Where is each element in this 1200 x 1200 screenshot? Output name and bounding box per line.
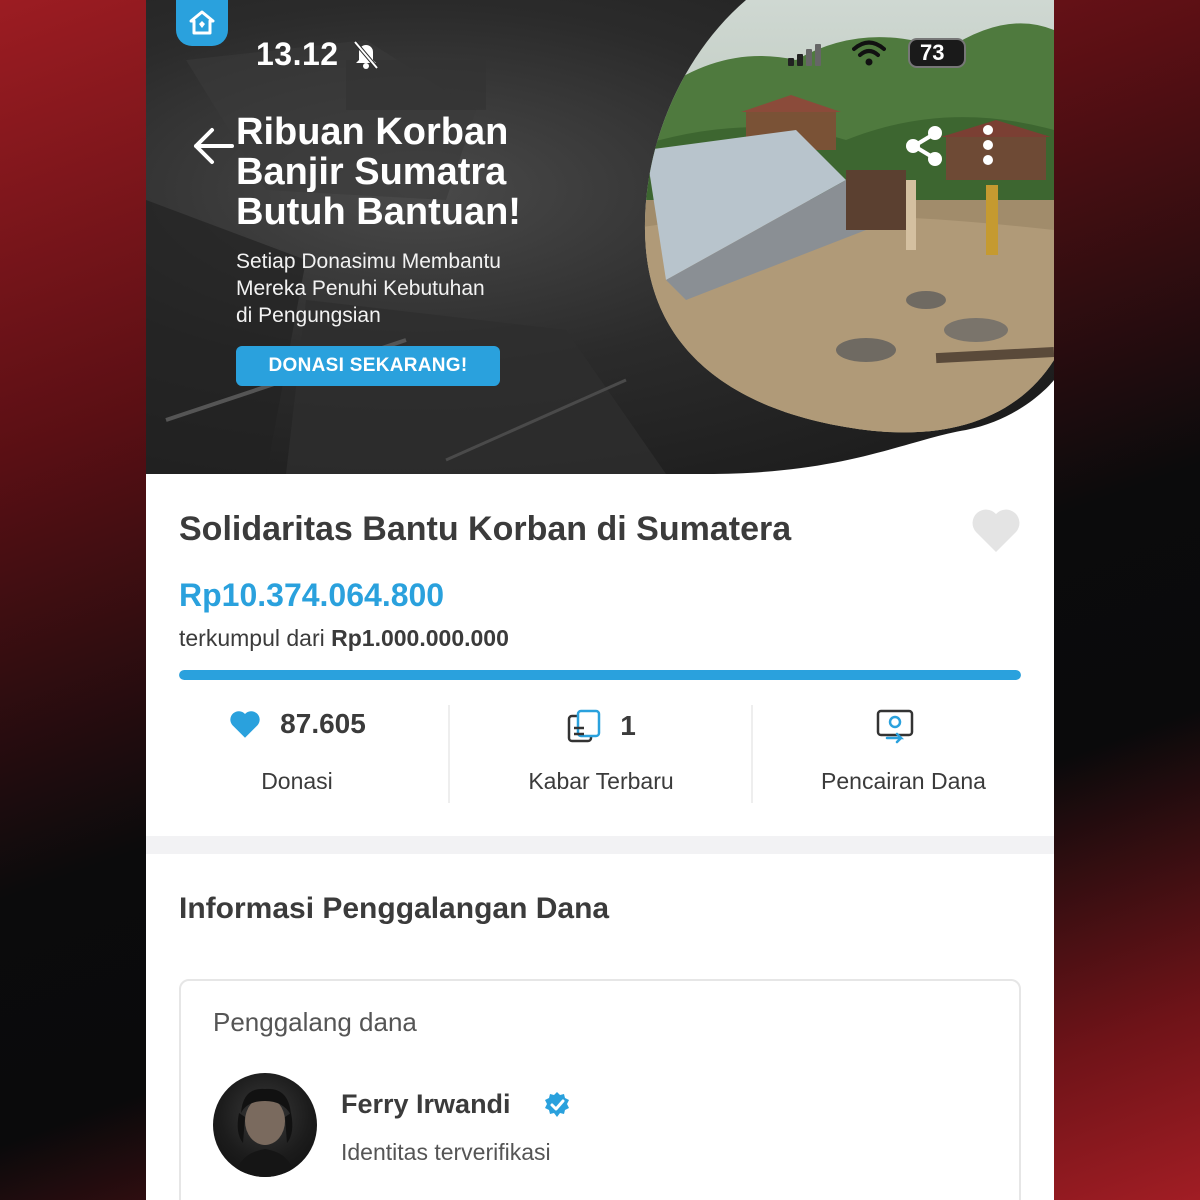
section-separator	[146, 836, 1054, 854]
banner-subtitle-line: Setiap Donasimu Membantu	[236, 250, 501, 273]
stat-donasi[interactable]: 87.605 Donasi	[146, 700, 448, 805]
share-icon[interactable]	[902, 124, 946, 168]
person-photo	[235, 1088, 295, 1177]
avatar	[213, 1073, 317, 1177]
campaign-title: Solidaritas Bantu Korban di Sumatera	[179, 510, 792, 548]
target-amount: Rp1.000.000.000	[331, 625, 509, 651]
section-title: Informasi Penggalangan Dana	[179, 892, 610, 925]
status-time: 13.12	[256, 36, 339, 72]
banner-title-line: Banjir Sumatra	[236, 151, 507, 193]
favorite-heart-icon[interactable]	[970, 506, 1022, 554]
more-vertical-icon[interactable]	[978, 124, 998, 168]
fundraiser-verification-status: Identitas terverifikasi	[341, 1139, 551, 1165]
heart-icon	[230, 711, 260, 738]
banner-title-line: Ribuan Korban	[236, 111, 509, 153]
donate-now-banner-button[interactable]: DONASI SEKARANG!	[236, 346, 500, 386]
campaign-banner[interactable]: 13.12 73 Ribuan Korban Banjir Sumatra Bu…	[146, 0, 1054, 474]
back-arrow-icon[interactable]	[190, 126, 234, 166]
target-amount-text: terkumpul dari Rp1.000.000.000	[179, 625, 509, 652]
fundraiser-name[interactable]: Ferry Irwandi	[341, 1089, 511, 1120]
app-logo	[176, 0, 228, 46]
fundraiser-card[interactable]: Penggalang dana Ferry Irwandi Identitas …	[179, 979, 1021, 1200]
stat-label: Kabar Terbaru	[528, 768, 674, 794]
banner-subtitle: Setiap Donasimu Membantu Mereka Penuhi K…	[236, 248, 596, 329]
banner-subtitle-line: Mereka Penuhi Kebutuhan	[236, 277, 485, 300]
news-count: 1	[620, 710, 636, 741]
target-prefix: terkumpul dari	[179, 625, 332, 651]
amount-collected: Rp10.374.064.800	[179, 577, 445, 613]
stat-label: Pencairan Dana	[821, 768, 986, 794]
news-icon	[567, 709, 601, 743]
phone-screen: 13.12 73 Ribuan Korban Banjir Sumatra Bu…	[146, 0, 1054, 1200]
banner-title-line: Butuh Bantuan!	[236, 191, 521, 233]
bell-muted-icon	[353, 40, 379, 70]
verified-badge-icon	[545, 1092, 569, 1117]
house-hand-icon	[189, 10, 215, 35]
battery-indicator: 73	[908, 38, 966, 68]
stat-pencairan-dana[interactable]: Pencairan Dana	[753, 700, 1054, 805]
disbursement-icon	[876, 709, 913, 744]
banner-title: Ribuan Korban Banjir Sumatra Butuh Bantu…	[236, 112, 656, 232]
stat-kabar-terbaru[interactable]: 1 Kabar Terbaru	[450, 700, 752, 805]
card-label: Penggalang dana	[213, 1007, 417, 1037]
wifi-icon	[852, 40, 886, 66]
donation-count: 87.605	[280, 708, 366, 739]
signal-icon	[788, 44, 821, 66]
progress-fill	[179, 670, 1021, 680]
stat-label: Donasi	[261, 768, 333, 794]
banner-subtitle-line: di Pengungsian	[236, 304, 381, 327]
donation-progress-bar	[179, 670, 1021, 680]
